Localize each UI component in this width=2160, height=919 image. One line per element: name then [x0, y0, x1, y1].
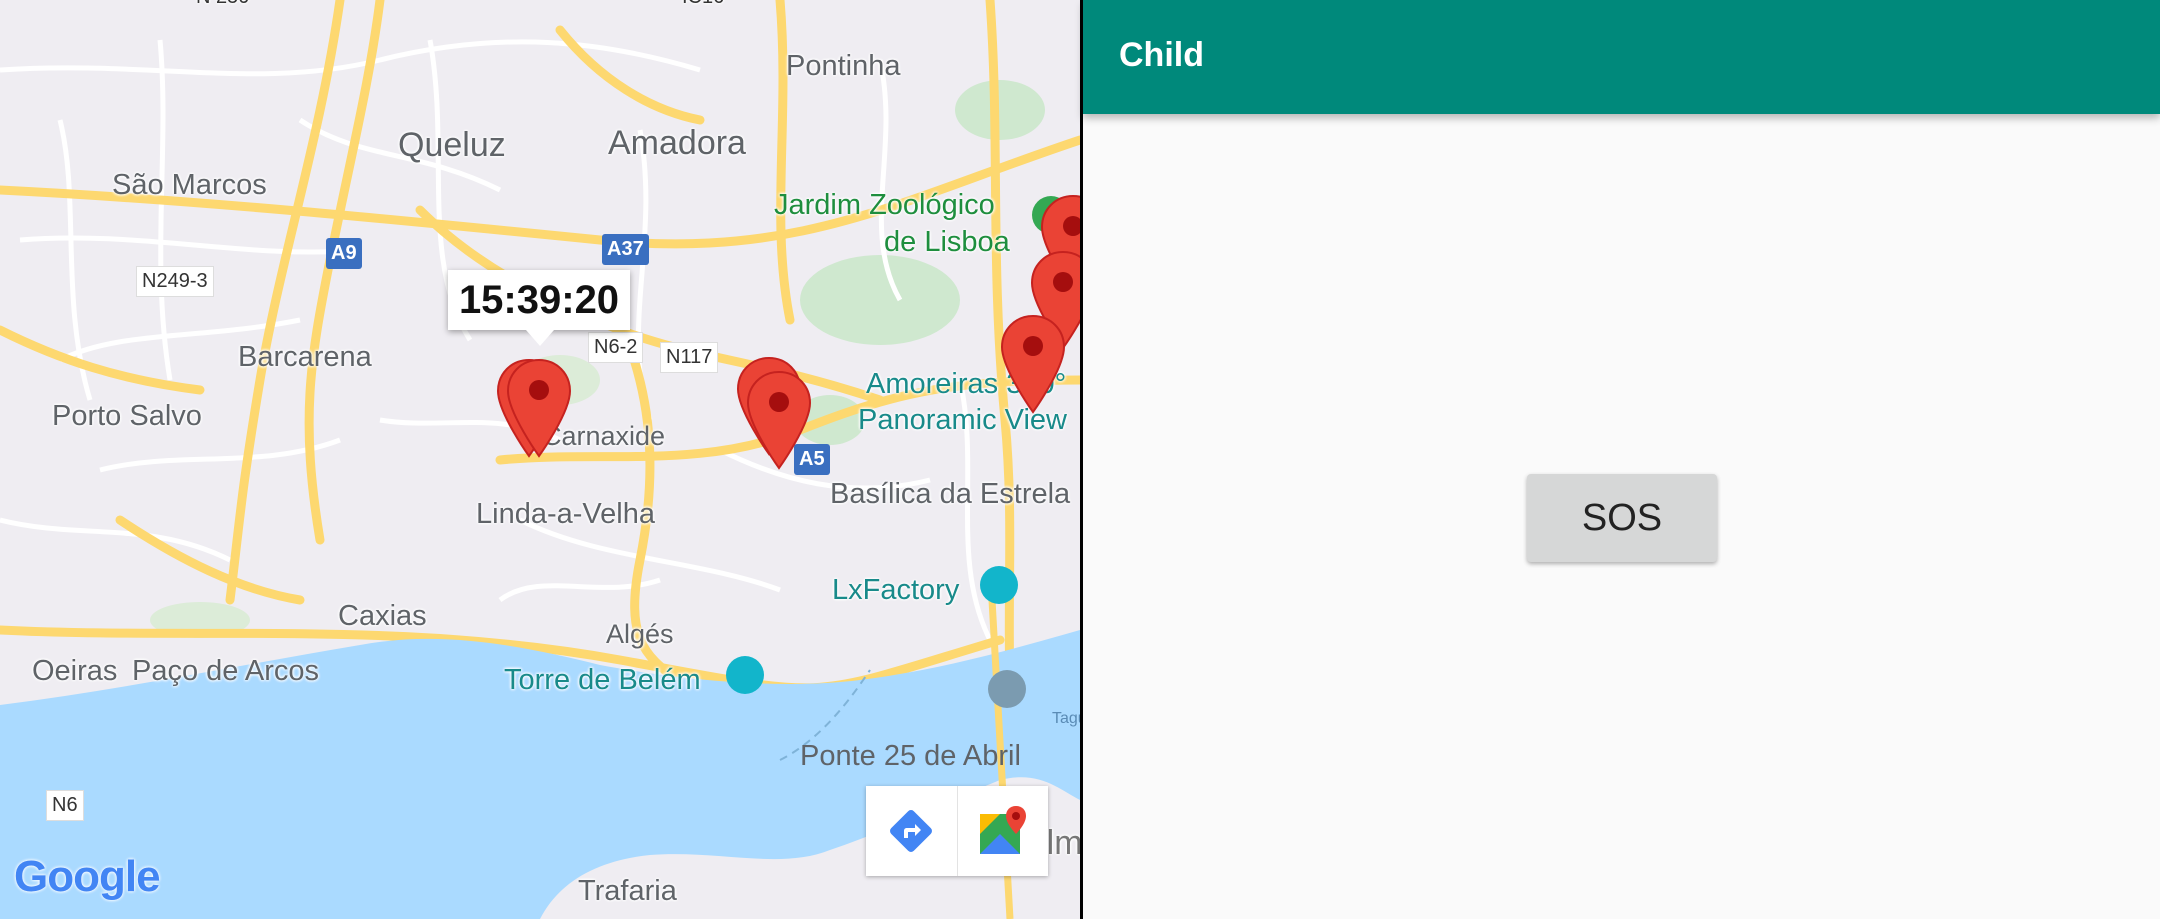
ponte-poi-icon[interactable]: [988, 670, 1026, 708]
directions-button[interactable]: [866, 786, 957, 876]
road-label-n249: N249-3: [136, 266, 214, 297]
map-label-porto-salvo: Porto Salvo: [52, 400, 202, 432]
road-label-n6: N6: [46, 790, 84, 821]
info-window-time: 15:39:20: [458, 277, 620, 322]
map-label-sao-marcos: São Marcos: [112, 169, 267, 201]
map-label-oeiras: Oeiras: [32, 655, 118, 687]
marker-info-window[interactable]: 15:39:20: [448, 270, 630, 346]
location-marker[interactable]: [746, 370, 812, 470]
map-label-ic16: IC16: [682, 0, 724, 9]
google-logo: Google: [14, 852, 161, 901]
map-toolbar: [866, 786, 1048, 876]
map-basemap: [0, 0, 1080, 919]
map-label-barcarena: Barcarena: [238, 341, 372, 373]
app-title: Child: [1119, 36, 1204, 74]
directions-icon: [890, 810, 933, 852]
map-view[interactable]: N 250 IC16 Queluz Amadora Pontinha São M…: [0, 0, 1080, 919]
map-label-paco-de-arcos: Paço de Arcos: [132, 655, 319, 687]
google-maps-icon: [979, 806, 1026, 854]
location-marker[interactable]: [1000, 314, 1066, 414]
map-label-alges: Algés: [606, 619, 674, 649]
map-label-caxias: Caxias: [338, 600, 427, 632]
sos-button[interactable]: SOS: [1527, 474, 1717, 562]
map-label-queluz: Queluz: [398, 126, 506, 164]
map-label-trafaria: Trafaria: [578, 875, 677, 907]
poi-label-basilica: Basílica da Estrela: [830, 478, 1071, 510]
lxfactory-poi-icon[interactable]: [980, 566, 1018, 604]
road-shield-a9: A9: [326, 238, 362, 269]
poi-label-torre-belem: Torre de Belém: [504, 664, 701, 696]
road-label-n6-2: N6-2: [588, 332, 644, 363]
road-shield-a37: A37: [602, 234, 649, 265]
location-marker-selected[interactable]: [506, 358, 572, 458]
map-label-pontinha: Pontinha: [786, 50, 901, 82]
app-bar: Child: [1083, 0, 2160, 114]
app-screen: Child SOS: [1083, 0, 2160, 919]
poi-label-tagus: Tagu: [1052, 710, 1080, 727]
torre-belem-poi-icon[interactable]: [726, 656, 764, 694]
poi-label-zoo-line1: Jardim Zoológico: [774, 189, 995, 221]
poi-label-ponte: Ponte 25 de Abril: [800, 740, 1021, 772]
road-label-n117: N117: [660, 342, 719, 373]
poi-label-zoo-line2: de Lisboa: [884, 226, 1010, 258]
map-label-linda-a-velha: Linda-a-Velha: [476, 498, 655, 530]
open-in-maps-button[interactable]: [956, 786, 1049, 876]
map-label-amadora: Amadora: [608, 124, 746, 162]
poi-label-lxfactory: LxFactory: [832, 574, 960, 606]
map-label-n250: N 250: [196, 0, 249, 9]
